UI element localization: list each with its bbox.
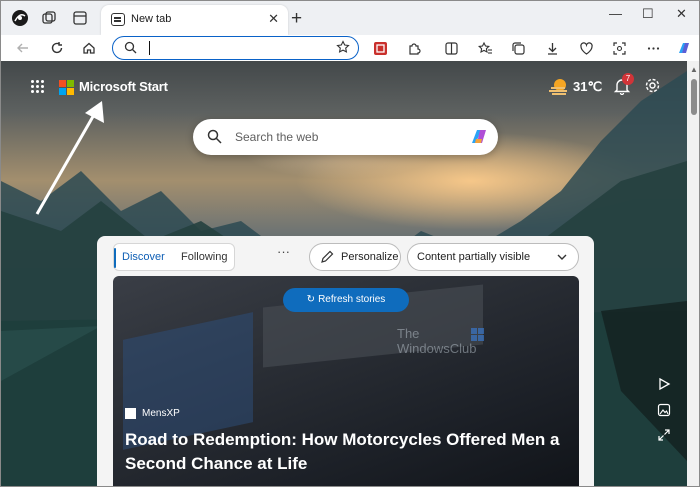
personalize-label: Personalize [341,251,399,263]
toolbar [1,35,699,61]
home-icon[interactable] [80,39,98,57]
downloads-icon[interactable] [543,39,561,57]
copilot-icon[interactable] [675,39,693,57]
chevron-down-icon [556,250,568,269]
extensions-icon[interactable] [405,39,423,57]
hero-story-card[interactable]: ↻ Refresh stories The WindowsClub MensXP … [113,276,579,486]
new-tab-icon [111,13,125,26]
close-tab-icon[interactable]: ✕ [268,11,279,27]
content-visibility-value: Content partially visible [417,251,531,263]
notification-badge: 7 [622,73,634,85]
weather-temperature[interactable]: 31℃ [573,79,602,95]
background-image-icon[interactable] [657,403,671,417]
new-tab-page: Microsoft Start 31℃ 7 Search the web Dis… [1,61,687,486]
minimize-button[interactable]: — [609,6,622,21]
story-source[interactable]: MensXP [142,408,180,419]
feed-pivot: Discover Following [113,243,235,271]
story-headline[interactable]: Road to Redemption: How Motorcycles Offe… [125,428,575,476]
add-favorite-star-icon[interactable] [336,40,350,59]
personalize-button[interactable]: Personalize [309,243,401,271]
split-screen-icon[interactable] [442,39,460,57]
pencil-icon [320,250,334,269]
favorites-icon[interactable] [476,39,494,57]
watermark-line: WindowsClub [397,341,477,356]
tab-new-tab[interactable]: New tab ✕ [101,5,288,35]
tab-discover[interactable]: Discover [122,251,165,263]
scrollbar-thumb[interactable] [691,79,697,115]
refresh-label: Refresh stories [318,294,386,305]
more-icon[interactable] [644,39,662,57]
refresh-stories-button[interactable]: ↻ Refresh stories [283,288,409,312]
address-bar[interactable] [112,36,359,60]
maximize-button[interactable]: ☐ [642,6,654,22]
feed-more-button[interactable]: ··· [277,244,290,259]
app-launcher-icon[interactable] [31,80,45,94]
settings-gear-icon[interactable] [644,77,661,99]
search-icon [207,129,222,149]
watermark-logo-icon [471,328,485,342]
profile-icon[interactable] [9,7,31,29]
tab-strip: New tab ✕ + — ☐ ✕ [1,1,699,35]
close-window-button[interactable]: ✕ [676,6,687,22]
microsoft-logo-icon [59,80,74,95]
pivot-selection-indicator [114,248,116,268]
back-icon[interactable] [14,39,32,57]
tab-title: New tab [131,13,172,25]
search-icon [124,41,137,59]
tab-following[interactable]: Following [181,251,227,263]
play-video-icon[interactable] [657,377,671,391]
browser-window: New tab ✕ + — ☐ ✕ Microsoft Start 31℃ 7 … [0,0,700,487]
brand-title[interactable]: Microsoft Start [79,79,168,94]
copilot-search-icon[interactable] [468,126,490,153]
expand-icon[interactable] [657,428,671,442]
weather-icon[interactable] [549,77,571,102]
watermark: The WindowsClub [397,326,476,356]
content-visibility-dropdown[interactable]: Content partially visible [407,243,579,271]
refresh-icon: ↻ [306,294,316,305]
text-caret [149,41,150,55]
source-logo-icon [125,408,136,419]
page-scrollbar[interactable]: ▲ [687,61,699,486]
scroll-up-arrow-icon[interactable]: ▲ [690,65,698,74]
search-placeholder: Search the web [235,130,319,144]
ad-block-icon[interactable] [371,39,389,57]
new-tab-button[interactable]: + [291,8,302,30]
watermark-line: The [397,326,420,341]
browser-essentials-icon[interactable] [577,39,595,57]
workspaces-icon[interactable] [38,7,60,29]
screenshot-icon[interactable] [610,39,628,57]
news-feed: Discover Following ··· Personalize Conte… [97,236,594,486]
refresh-icon[interactable] [48,39,66,57]
collections-icon[interactable] [509,39,527,57]
tab-actions-icon[interactable] [69,7,91,29]
web-search-box[interactable]: Search the web [193,119,498,155]
